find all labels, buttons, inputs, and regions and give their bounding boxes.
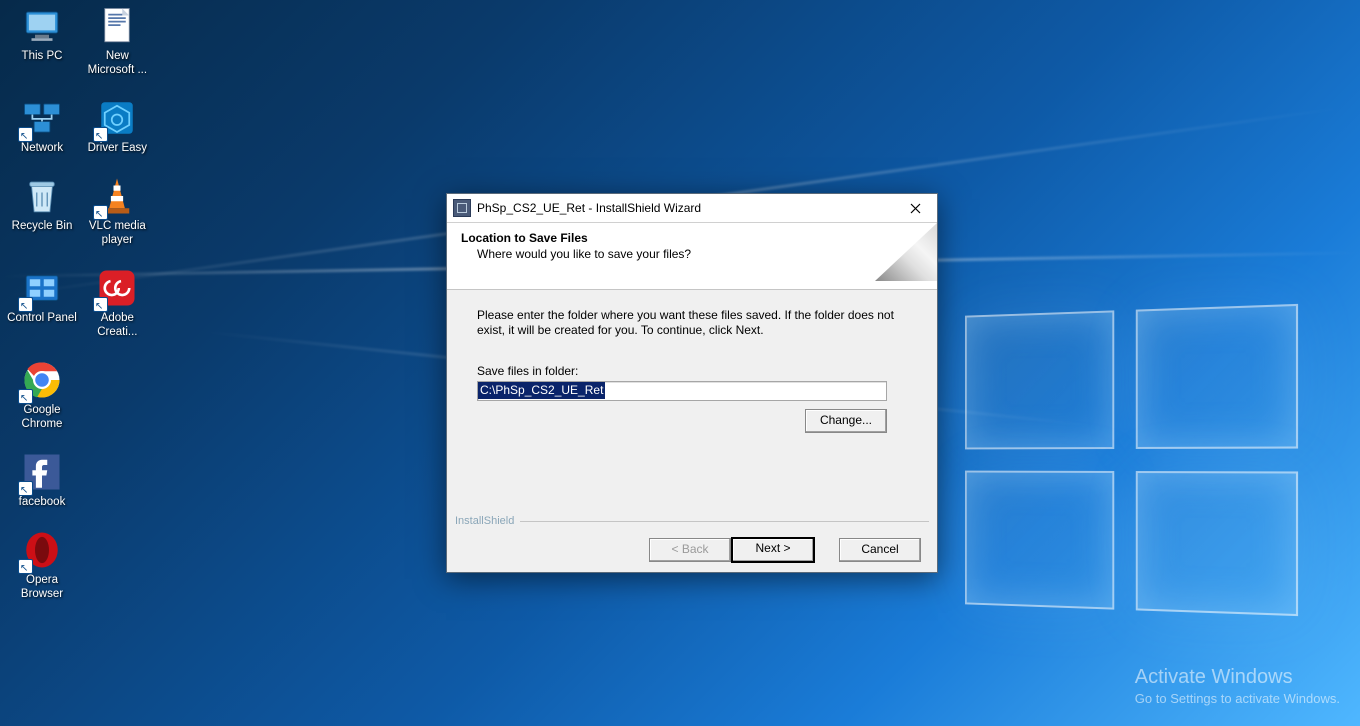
installshield-wizard-dialog: PhSp_CS2_UE_Ret - InstallShield Wizard L… — [446, 193, 938, 573]
next-button[interactable]: Next > — [731, 537, 815, 563]
document-icon — [96, 5, 138, 47]
desktop-icon-adobe-cc[interactable]: Adobe Creati... — [81, 267, 153, 339]
control-panel-icon — [21, 267, 63, 309]
computer-icon — [21, 5, 63, 47]
desktop-icon-label: Recycle Bin — [12, 217, 73, 233]
titlebar[interactable]: PhSp_CS2_UE_Ret - InstallShield Wizard — [447, 194, 937, 223]
watermark-subtitle: Go to Settings to activate Windows. — [1135, 691, 1340, 706]
installshield-brand: InstallShield — [455, 515, 514, 527]
cancel-button[interactable]: Cancel — [839, 538, 921, 562]
desktop-icon-driver-easy[interactable]: Driver Easy — [81, 97, 153, 155]
close-button[interactable] — [893, 194, 937, 222]
watermark-title: Activate Windows — [1135, 666, 1340, 689]
desktop-icon-label: Opera Browser — [7, 571, 77, 601]
dialog-subheading: Where would you like to save your files? — [477, 247, 925, 261]
instruction-text: Please enter the folder where you want t… — [477, 308, 909, 338]
desktop-icon-facebook[interactable]: facebook — [6, 451, 78, 509]
opera-icon — [21, 529, 63, 571]
adobe-cc-icon — [96, 267, 138, 309]
dialog-footer: < Back Next > Cancel — [447, 528, 937, 572]
desktop-icon-label: Adobe Creati... — [82, 309, 152, 339]
desktop-icon-control-panel[interactable]: Control Panel — [6, 267, 78, 325]
brand-row: InstallShield — [455, 514, 929, 528]
back-button: < Back — [649, 538, 731, 562]
window-title: PhSp_CS2_UE_Ret - InstallShield Wizard — [477, 201, 893, 215]
folder-field-label: Save files in folder: — [477, 364, 909, 378]
desktop-icon-recycle-bin[interactable]: Recycle Bin — [6, 175, 78, 233]
desktop-icon-network[interactable]: Network — [6, 97, 78, 155]
change-folder-button[interactable]: Change... — [805, 409, 887, 433]
desktop-icon-opera[interactable]: Opera Browser — [6, 529, 78, 601]
desktop-icon-label: This PC — [22, 47, 63, 63]
desktop-icon-chrome[interactable]: Google Chrome — [6, 359, 78, 431]
chrome-icon — [21, 359, 63, 401]
vlc-icon — [96, 175, 138, 217]
driver-easy-icon — [96, 97, 138, 139]
app-icon — [453, 199, 471, 217]
desktop-icon-new-document[interactable]: New Microsoft ... — [81, 5, 153, 77]
dialog-header: Location to Save Files Where would you l… — [447, 223, 937, 289]
desktop-icon-label: VLC media player — [82, 217, 152, 247]
activate-windows-watermark: Activate Windows Go to Settings to activ… — [1135, 666, 1340, 706]
desktop-icon-this-pc[interactable]: This PC — [6, 5, 78, 63]
desktop-icon-label: Google Chrome — [7, 401, 77, 431]
separator — [520, 521, 929, 522]
desktop-icon-label: New Microsoft ... — [82, 47, 152, 77]
recycle-bin-icon — [21, 175, 63, 217]
folder-path-input[interactable]: C:\PhSp_CS2_UE_Ret — [477, 381, 887, 401]
network-icon — [21, 97, 63, 139]
folder-path-value: C:\PhSp_CS2_UE_Ret — [478, 382, 605, 399]
close-icon — [910, 203, 921, 214]
desktop-icon-vlc[interactable]: VLC media player — [81, 175, 153, 247]
dialog-body: Please enter the folder where you want t… — [447, 290, 937, 437]
dialog-heading: Location to Save Files — [461, 231, 925, 245]
facebook-icon — [21, 451, 63, 493]
